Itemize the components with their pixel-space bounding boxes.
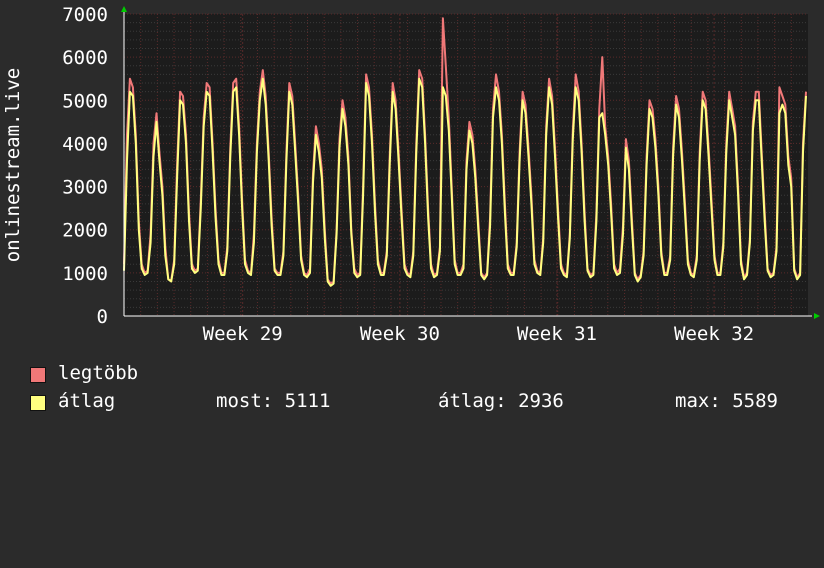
y-tick-label: 1000	[62, 263, 108, 285]
legend-swatch-avg	[30, 395, 46, 411]
x-axis-arrow	[814, 313, 820, 319]
stat-max: max: 5589	[675, 390, 778, 412]
y-tick-label: 4000	[62, 133, 108, 155]
legend-label-max: legtöbb	[58, 362, 139, 384]
x-tick-label: Week 32	[674, 323, 754, 345]
y-axis-arrow	[121, 6, 127, 12]
legend-item-avg: átlag most: 5111 átlag: 2936 max: 5589	[30, 390, 810, 568]
legend-label-avg: átlag	[58, 390, 116, 412]
y-tick-label: 0	[97, 306, 108, 328]
y-tick-label: 7000	[62, 4, 108, 26]
y-tick-label: 2000	[62, 220, 108, 242]
x-tick-label: Week 29	[203, 323, 283, 345]
y-tick-label: 5000	[62, 90, 108, 112]
legend-swatch-max	[30, 367, 46, 383]
y-tick-label: 3000	[62, 177, 108, 199]
stat-average: átlag: 2936	[438, 390, 564, 412]
y-tick-label: 6000	[62, 47, 108, 69]
y-axis-label: onlinestream.live	[2, 68, 24, 262]
x-tick-label: Week 30	[360, 323, 440, 345]
stat-now: most: 5111	[216, 390, 331, 412]
x-tick-label: Week 31	[517, 323, 597, 345]
